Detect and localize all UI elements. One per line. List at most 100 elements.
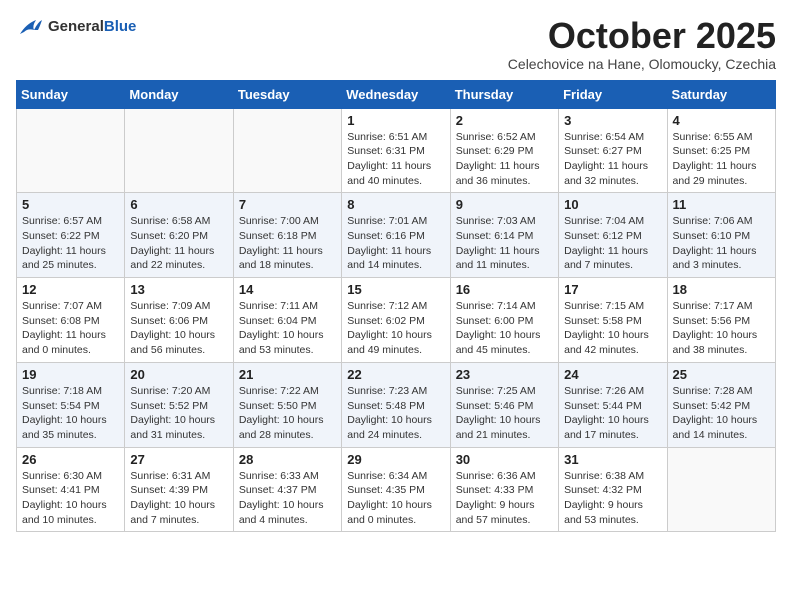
calendar-cell: 23 Sunrise: 7:25 AM Sunset: 5:46 PM Dayli… bbox=[450, 362, 558, 447]
day-number: 8 bbox=[347, 197, 444, 212]
calendar-cell: 19Sunrise: 7:18 AM Sunset: 5:54 PM Dayli… bbox=[17, 362, 125, 447]
day-info: Sunrise: 7:06 AM Sunset: 6:10 PM Dayligh… bbox=[673, 214, 770, 273]
day-info: Sunrise: 7:14 AM Sunset: 6:00 PM Dayligh… bbox=[456, 299, 553, 358]
calendar-cell: 24 Sunrise: 7:26 AM Sunset: 5:44 PM Dayli… bbox=[559, 362, 667, 447]
day-number: 10 bbox=[564, 197, 661, 212]
calendar-header-friday: Friday bbox=[559, 80, 667, 108]
day-info: Sunrise: 6:54 AM Sunset: 6:27 PM Dayligh… bbox=[564, 130, 661, 189]
day-number: 25 bbox=[673, 367, 770, 382]
calendar-cell: 31Sunrise: 6:38 AM Sunset: 4:32 PM Dayli… bbox=[559, 447, 667, 532]
calendar-cell: 25 Sunrise: 7:28 AM Sunset: 5:42 PM Dayli… bbox=[667, 362, 775, 447]
day-info: Sunrise: 7:03 AM Sunset: 6:14 PM Dayligh… bbox=[456, 214, 553, 273]
day-number: 30 bbox=[456, 452, 553, 467]
calendar-cell: 18 Sunrise: 7:17 AM Sunset: 5:56 PM Dayli… bbox=[667, 278, 775, 363]
calendar-cell: 17Sunrise: 7:15 AM Sunset: 5:58 PM Dayli… bbox=[559, 278, 667, 363]
day-info: Sunrise: 7:04 AM Sunset: 6:12 PM Dayligh… bbox=[564, 214, 661, 273]
day-info: Sunrise: 7:22 AM Sunset: 5:50 PM Dayligh… bbox=[239, 384, 336, 443]
day-number: 19 bbox=[22, 367, 119, 382]
day-info: Sunrise: 6:31 AM Sunset: 4:39 PM Dayligh… bbox=[130, 469, 227, 528]
day-info: Sunrise: 7:25 AM Sunset: 5:46 PM Dayligh… bbox=[456, 384, 553, 443]
calendar-cell: 1 Sunrise: 6:51 AM Sunset: 6:31 PM Daylig… bbox=[342, 108, 450, 193]
day-number: 7 bbox=[239, 197, 336, 212]
day-info: Sunrise: 6:38 AM Sunset: 4:32 PM Dayligh… bbox=[564, 469, 661, 528]
day-info: Sunrise: 7:20 AM Sunset: 5:52 PM Dayligh… bbox=[130, 384, 227, 443]
day-number: 18 bbox=[673, 282, 770, 297]
day-number: 14 bbox=[239, 282, 336, 297]
calendar-cell: 26 Sunrise: 6:30 AM Sunset: 4:41 PM Dayli… bbox=[17, 447, 125, 532]
calendar-cell: 11 Sunrise: 7:06 AM Sunset: 6:10 PM Dayli… bbox=[667, 193, 775, 278]
logo-blue-text: Blue bbox=[104, 18, 137, 35]
day-info: Sunrise: 6:36 AM Sunset: 4:33 PM Dayligh… bbox=[456, 469, 553, 528]
calendar-cell: 2Sunrise: 6:52 AM Sunset: 6:29 PM Daylig… bbox=[450, 108, 558, 193]
calendar-week-row: 12Sunrise: 7:07 AM Sunset: 6:08 PM Dayli… bbox=[17, 278, 776, 363]
day-number: 3 bbox=[564, 113, 661, 128]
day-number: 22 bbox=[347, 367, 444, 382]
day-number: 26 bbox=[22, 452, 119, 467]
calendar-cell: 15Sunrise: 7:12 AM Sunset: 6:02 PM Dayli… bbox=[342, 278, 450, 363]
day-info: Sunrise: 7:26 AM Sunset: 5:44 PM Dayligh… bbox=[564, 384, 661, 443]
day-info: Sunrise: 6:33 AM Sunset: 4:37 PM Dayligh… bbox=[239, 469, 336, 528]
calendar-week-row: 1 Sunrise: 6:51 AM Sunset: 6:31 PM Daylig… bbox=[17, 108, 776, 193]
day-info: Sunrise: 7:09 AM Sunset: 6:06 PM Dayligh… bbox=[130, 299, 227, 358]
day-number: 21 bbox=[239, 367, 336, 382]
day-number: 5 bbox=[22, 197, 119, 212]
title-area: October 2025 Celechovice na Hane, Olomou… bbox=[508, 16, 776, 72]
month-title: October 2025 bbox=[508, 16, 776, 56]
logo-icon bbox=[16, 16, 44, 38]
day-number: 28 bbox=[239, 452, 336, 467]
calendar-week-row: 19Sunrise: 7:18 AM Sunset: 5:54 PM Dayli… bbox=[17, 362, 776, 447]
day-info: Sunrise: 6:30 AM Sunset: 4:41 PM Dayligh… bbox=[22, 469, 119, 528]
day-number: 20 bbox=[130, 367, 227, 382]
calendar-cell: 20 Sunrise: 7:20 AM Sunset: 5:52 PM Dayli… bbox=[125, 362, 233, 447]
calendar-header-wednesday: Wednesday bbox=[342, 80, 450, 108]
calendar-cell: 30 Sunrise: 6:36 AM Sunset: 4:33 PM Dayli… bbox=[450, 447, 558, 532]
day-number: 11 bbox=[673, 197, 770, 212]
calendar-cell bbox=[17, 108, 125, 193]
day-number: 13 bbox=[130, 282, 227, 297]
calendar-header-row: SundayMondayTuesdayWednesdayThursdayFrid… bbox=[17, 80, 776, 108]
day-number: 12 bbox=[22, 282, 119, 297]
day-number: 23 bbox=[456, 367, 553, 382]
day-info: Sunrise: 6:52 AM Sunset: 6:29 PM Dayligh… bbox=[456, 130, 553, 189]
day-info: Sunrise: 7:00 AM Sunset: 6:18 PM Dayligh… bbox=[239, 214, 336, 273]
logo: GeneralBlue bbox=[16, 16, 136, 38]
day-info: Sunrise: 7:23 AM Sunset: 5:48 PM Dayligh… bbox=[347, 384, 444, 443]
calendar-cell: 27Sunrise: 6:31 AM Sunset: 4:39 PM Dayli… bbox=[125, 447, 233, 532]
calendar-cell bbox=[667, 447, 775, 532]
calendar-cell: 22 Sunrise: 7:23 AM Sunset: 5:48 PM Dayli… bbox=[342, 362, 450, 447]
calendar-week-row: 26 Sunrise: 6:30 AM Sunset: 4:41 PM Dayli… bbox=[17, 447, 776, 532]
day-info: Sunrise: 6:57 AM Sunset: 6:22 PM Dayligh… bbox=[22, 214, 119, 273]
calendar-week-row: 5 Sunrise: 6:57 AM Sunset: 6:22 PM Daylig… bbox=[17, 193, 776, 278]
day-number: 29 bbox=[347, 452, 444, 467]
day-number: 4 bbox=[673, 113, 770, 128]
day-number: 9 bbox=[456, 197, 553, 212]
calendar-cell: 16Sunrise: 7:14 AM Sunset: 6:00 PM Dayli… bbox=[450, 278, 558, 363]
day-info: Sunrise: 7:28 AM Sunset: 5:42 PM Dayligh… bbox=[673, 384, 770, 443]
day-number: 6 bbox=[130, 197, 227, 212]
day-info: Sunrise: 7:01 AM Sunset: 6:16 PM Dayligh… bbox=[347, 214, 444, 273]
day-info: Sunrise: 7:15 AM Sunset: 5:58 PM Dayligh… bbox=[564, 299, 661, 358]
page-header: GeneralBlue October 2025 Celechovice na … bbox=[16, 16, 776, 72]
day-info: Sunrise: 7:12 AM Sunset: 6:02 PM Dayligh… bbox=[347, 299, 444, 358]
subtitle: Celechovice na Hane, Olomoucky, Czechia bbox=[508, 56, 776, 72]
day-info: Sunrise: 7:11 AM Sunset: 6:04 PM Dayligh… bbox=[239, 299, 336, 358]
calendar-cell: 9 Sunrise: 7:03 AM Sunset: 6:14 PM Daylig… bbox=[450, 193, 558, 278]
calendar-header-tuesday: Tuesday bbox=[233, 80, 341, 108]
day-info: Sunrise: 6:51 AM Sunset: 6:31 PM Dayligh… bbox=[347, 130, 444, 189]
day-info: Sunrise: 6:55 AM Sunset: 6:25 PM Dayligh… bbox=[673, 130, 770, 189]
calendar-cell: 14 Sunrise: 7:11 AM Sunset: 6:04 PM Dayli… bbox=[233, 278, 341, 363]
calendar-cell: 10 Sunrise: 7:04 AM Sunset: 6:12 PM Dayli… bbox=[559, 193, 667, 278]
calendar-cell: 29Sunrise: 6:34 AM Sunset: 4:35 PM Dayli… bbox=[342, 447, 450, 532]
calendar-cell bbox=[125, 108, 233, 193]
calendar-cell: 21 Sunrise: 7:22 AM Sunset: 5:50 PM Dayli… bbox=[233, 362, 341, 447]
calendar-cell: 6Sunrise: 6:58 AM Sunset: 6:20 PM Daylig… bbox=[125, 193, 233, 278]
calendar-cell: 8 Sunrise: 7:01 AM Sunset: 6:16 PM Daylig… bbox=[342, 193, 450, 278]
day-number: 1 bbox=[347, 113, 444, 128]
calendar-cell: 12Sunrise: 7:07 AM Sunset: 6:08 PM Dayli… bbox=[17, 278, 125, 363]
day-info: Sunrise: 7:17 AM Sunset: 5:56 PM Dayligh… bbox=[673, 299, 770, 358]
calendar-header-thursday: Thursday bbox=[450, 80, 558, 108]
calendar-header-monday: Monday bbox=[125, 80, 233, 108]
day-number: 24 bbox=[564, 367, 661, 382]
calendar-header-saturday: Saturday bbox=[667, 80, 775, 108]
calendar-cell: 7 Sunrise: 7:00 AM Sunset: 6:18 PM Daylig… bbox=[233, 193, 341, 278]
